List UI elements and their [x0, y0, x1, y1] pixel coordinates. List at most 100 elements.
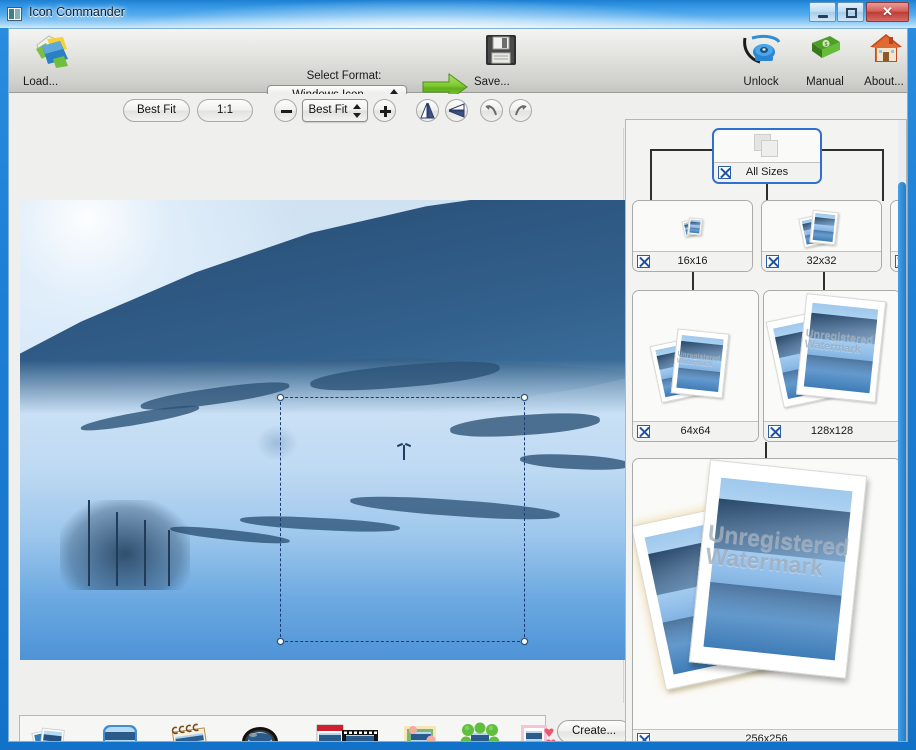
size-node-16[interactable]: 16x16 [632, 200, 753, 272]
maximize-button[interactable] [837, 2, 864, 22]
size-node-footer: 256x256 [633, 729, 900, 742]
unlock-button-label: Unlock [743, 76, 779, 88]
save-button-label: Save... [474, 76, 510, 88]
size-node-all-sizes[interactable]: All Sizes [712, 128, 822, 184]
size-node-label: 32x32 [806, 255, 837, 267]
size-node-footer: 64x64 [633, 421, 758, 441]
best-fit-button[interactable]: Best Fit [123, 99, 190, 122]
selection-handle-bottom-left[interactable] [277, 638, 284, 645]
manual-button-label: Manual [806, 76, 844, 88]
crop-selection[interactable] [277, 394, 528, 645]
template-film-strip[interactable] [340, 722, 380, 741]
size-node-label: All Sizes [745, 166, 789, 178]
close-icon: ✕ [882, 4, 893, 19]
size-node-preview: Unregistered Watermark [633, 459, 900, 729]
app-icon [7, 7, 22, 21]
tree-wire [650, 149, 713, 151]
size-panel-scrollbar-track[interactable] [898, 120, 906, 741]
flip-vertical-icon [448, 103, 465, 118]
home-about-icon [870, 34, 902, 62]
template-photo-stack[interactable] [30, 722, 70, 741]
size-node-label: 16x16 [677, 255, 708, 267]
size-node-footer: 32x32 [762, 251, 881, 271]
leaf-frame-icon [460, 722, 500, 741]
hearts-frame-icon [521, 725, 556, 741]
photo-stack-icon [798, 209, 845, 249]
selection-handle-bottom-right[interactable] [521, 638, 528, 645]
chevron-updown-icon[interactable] [353, 104, 362, 118]
floppy-save-icon [486, 35, 516, 65]
photo-stack-icon [31, 727, 65, 741]
tree-wire [822, 149, 884, 151]
one-to-one-button[interactable]: 1:1 [197, 99, 253, 122]
svg-text:$: $ [825, 42, 828, 48]
template-filmstrip[interactable] [19, 715, 556, 741]
size-panel-scrollbar-thumb[interactable] [898, 182, 906, 741]
size-node-preview [633, 201, 752, 251]
rounded-square-icon [103, 725, 137, 741]
photo-stack-icon: Unregistered Watermark [649, 328, 741, 407]
minimize-button[interactable] [809, 2, 836, 22]
template-hearts-frame[interactable] [518, 722, 558, 741]
photo-stack-icon: Unregistered Watermark [765, 293, 898, 421]
template-rounded-square[interactable] [100, 722, 140, 741]
size-node-32[interactable]: 32x32 [761, 200, 882, 272]
size-node-label: 64x64 [680, 425, 711, 437]
size-node-label: 128x128 [810, 425, 854, 437]
rotate-right-icon [515, 105, 527, 116]
zoom-level-value: Best Fit [308, 104, 348, 116]
size-node-footer: All Sizes [714, 162, 820, 182]
canvas-area[interactable] [9, 128, 625, 703]
porthole-icon [242, 727, 278, 741]
rotate-right-button[interactable] [509, 99, 532, 122]
zoom-level-select[interactable]: Best Fit [302, 99, 368, 122]
size-node-label: 256x256 [745, 733, 788, 742]
photo-stack-icon [681, 217, 705, 238]
tree-wire [692, 272, 694, 290]
main-toolbar: Load... Select Format: Windows Icon [9, 29, 907, 105]
rotate-left-button[interactable] [480, 99, 503, 122]
flip-vertical-button[interactable] [445, 99, 468, 122]
size-node-128[interactable]: Unregistered Watermark 128x128 [763, 290, 901, 442]
close-button[interactable]: ✕ [866, 2, 909, 22]
title-bar[interactable]: Icon Commander ✕ [0, 0, 916, 28]
size-node-footer: 16x16 [633, 251, 752, 271]
telephone-unlock-icon [743, 34, 781, 64]
film-strip-icon [342, 730, 378, 741]
tree-wire [823, 272, 825, 290]
photo-stack-icon: Unregistered Watermark [633, 459, 895, 723]
tree-wire [882, 149, 884, 201]
load-icon [36, 35, 68, 68]
tree-wire [765, 442, 767, 458]
size-node-preview [714, 130, 820, 162]
template-flower-frame[interactable] [400, 722, 440, 741]
source-photo[interactable] [20, 200, 625, 660]
create-button[interactable]: Create... [557, 720, 631, 741]
window-title: Icon Commander [29, 5, 125, 19]
flip-horizontal-icon [420, 102, 435, 119]
template-notepad[interactable] [170, 722, 210, 741]
size-node-64[interactable]: Unregistered Watermark 64x64 [632, 290, 759, 442]
template-porthole[interactable] [240, 722, 280, 741]
size-node-footer: 128x128 [764, 421, 900, 441]
rotate-left-icon [485, 105, 497, 116]
selection-handle-top-right[interactable] [521, 394, 528, 401]
pages-icon [754, 134, 780, 158]
zoom-out-button[interactable] [274, 99, 297, 122]
selection-handle-top-left[interactable] [277, 394, 284, 401]
size-tree-panel: All Sizes 16x16 32x32 Unregistered Water… [625, 119, 907, 742]
notepad-icon [171, 723, 209, 741]
application-window: Icon Commander ✕ Load... Select Format: … [0, 0, 916, 750]
load-button-label: Load... [23, 76, 59, 88]
tree-wire [650, 149, 652, 201]
size-node-256[interactable]: Unregistered Watermark 256x256 [632, 458, 901, 742]
size-node-preview: Unregistered Watermark [633, 291, 758, 421]
client-area: Load... Select Format: Windows Icon [8, 28, 908, 742]
template-leaf-frame[interactable] [460, 722, 500, 741]
flip-horizontal-button[interactable] [416, 99, 439, 122]
flower-frame-icon [404, 726, 436, 741]
size-node-preview [762, 201, 881, 251]
money-manual-icon: $ [812, 36, 840, 58]
zoom-in-button[interactable] [373, 99, 396, 122]
size-node-preview: Unregistered Watermark [764, 291, 900, 421]
